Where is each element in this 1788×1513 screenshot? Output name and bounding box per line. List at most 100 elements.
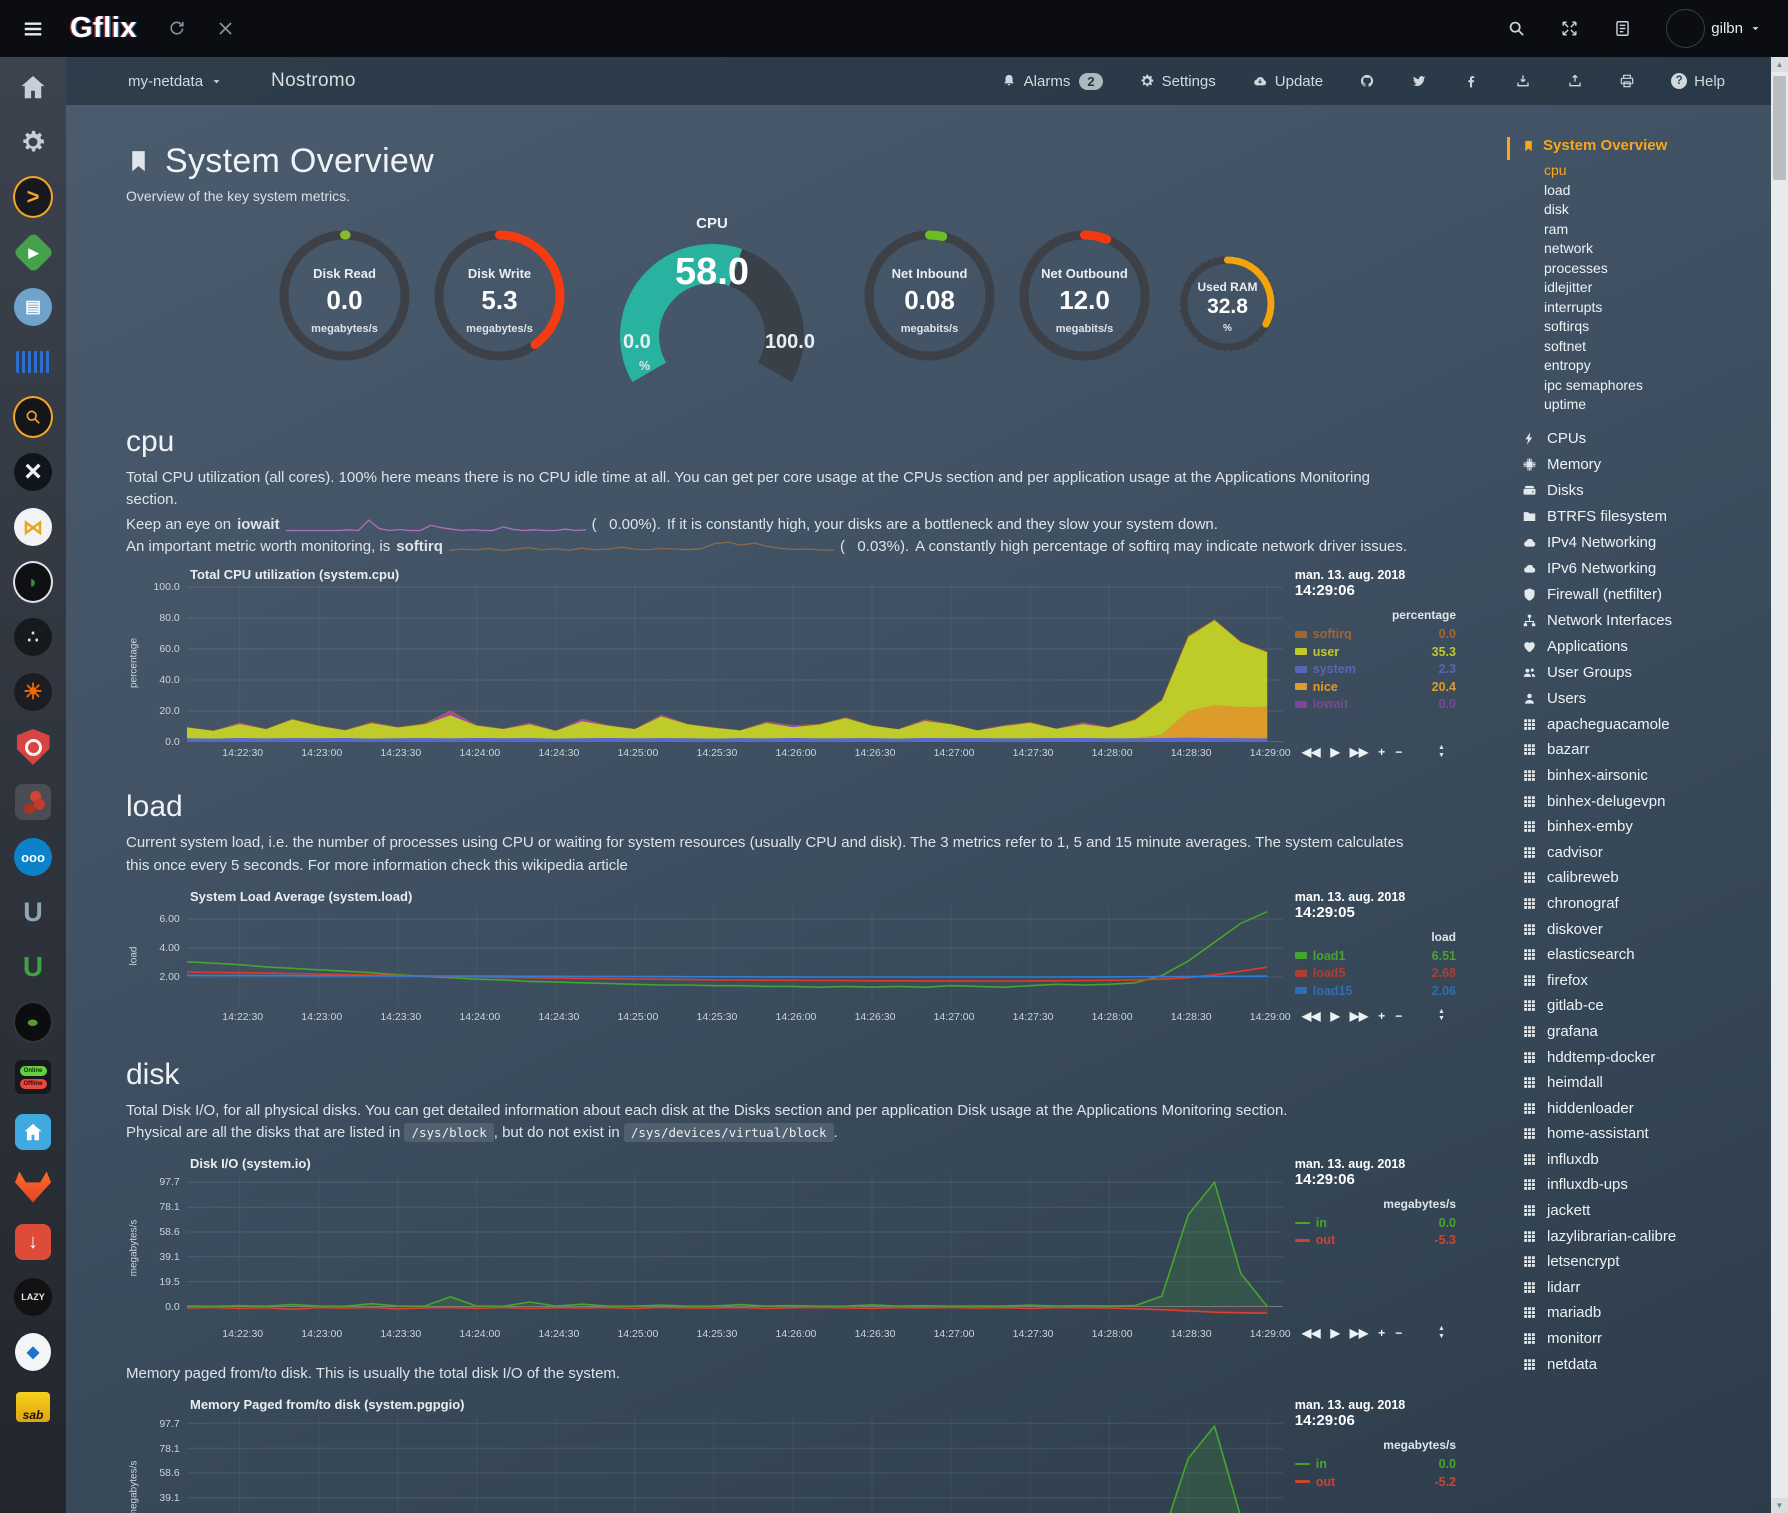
toc-app-letsencrypt[interactable]: letsencrypt — [1507, 1249, 1771, 1275]
toc-section-users[interactable]: Users — [1507, 686, 1771, 712]
toc-item-softnet[interactable]: softnet — [1507, 337, 1771, 357]
chart-forward-button[interactable]: ▶▶ — [1350, 1009, 1368, 1023]
toc-item-interrupts[interactable]: interrupts — [1507, 298, 1771, 318]
toc-app-home-assistant[interactable]: home-assistant — [1507, 1121, 1771, 1147]
legend-iowait[interactable]: iowait0.0 — [1295, 695, 1458, 713]
scrollbar-up-arrow[interactable]: ▲ — [1771, 57, 1788, 72]
toc-app-heimdall[interactable]: heimdall — [1507, 1070, 1771, 1096]
toc-section-network-interfaces[interactable]: Network Interfaces — [1507, 608, 1771, 634]
toc-app-bazarr[interactable]: bazarr — [1507, 737, 1771, 763]
search-icon[interactable] — [1507, 19, 1526, 38]
toc-section-ipv4-networking[interactable]: IPv4 Networking — [1507, 530, 1771, 556]
disk-read-gauge[interactable]: Disk Read0.0megabytes/s — [279, 230, 410, 361]
chart-forward-button[interactable]: ▶▶ — [1350, 745, 1368, 759]
toc-app-monitorr[interactable]: monitorr — [1507, 1326, 1771, 1352]
toc-app-influxdb-ups[interactable]: influxdb-ups — [1507, 1172, 1771, 1198]
chart-forward-button[interactable]: ▶▶ — [1350, 1326, 1368, 1340]
scrollbar-thumb[interactable] — [1773, 76, 1786, 180]
upload-icon[interactable] — [1567, 73, 1583, 89]
scrollbar[interactable]: ▲ ▼ — [1771, 57, 1788, 1513]
user-menu[interactable]: gilbn — [1666, 9, 1762, 48]
chart-play-button[interactable]: ▶ — [1330, 1009, 1339, 1023]
legend-out[interactable]: out-5.3 — [1295, 1232, 1458, 1250]
toc-section-user-groups[interactable]: User Groups — [1507, 660, 1771, 686]
toc-app-chronograf[interactable]: chronograf — [1507, 891, 1771, 917]
toc-item-cpu[interactable]: cpu — [1507, 161, 1771, 181]
chart-zoom-in-button[interactable]: + — [1378, 1326, 1385, 1340]
app-icon-green-play-diamond[interactable]: ▶ — [13, 232, 53, 272]
toc-section-applications[interactable]: Applications — [1507, 634, 1771, 660]
chart-zoom-out-button[interactable]: − — [1395, 1009, 1402, 1023]
toc-section-firewall-netfilter-[interactable]: Firewall (netfilter) — [1507, 582, 1771, 608]
toc-app-binhex-delugevpn[interactable]: binhex-delugevpn — [1507, 788, 1771, 814]
chart-zoom-out-button[interactable]: − — [1395, 745, 1402, 759]
legend-load5[interactable]: load52.68 — [1295, 964, 1458, 982]
app-icon-white-cross[interactable]: × — [13, 452, 53, 492]
softirq-sparkline[interactable] — [449, 539, 834, 554]
legend-softirq[interactable]: softirq0.0 — [1295, 625, 1458, 643]
app-icon-node-dots[interactable]: ∴ — [13, 617, 53, 657]
app-icon-sab[interactable]: sab — [13, 1387, 53, 1427]
toc-app-mariadb[interactable]: mariadb — [1507, 1300, 1771, 1326]
app-icon-soundwave[interactable] — [13, 342, 53, 382]
toc-system-overview[interactable]: System Overview — [1507, 137, 1771, 154]
app-icon-nextcloud[interactable]: ooo — [13, 837, 53, 877]
home-icon[interactable] — [13, 67, 53, 107]
toc-app-firefox[interactable]: firefox — [1507, 967, 1771, 993]
help-button[interactable]: ? Help — [1671, 73, 1725, 90]
toc-app-cadvisor[interactable]: cadvisor — [1507, 839, 1771, 865]
toc-section-memory[interactable]: Memory — [1507, 452, 1771, 478]
net-in-gauge[interactable]: Net Inbound0.08megabits/s — [864, 230, 995, 361]
disk-write-gauge[interactable]: Disk Write5.3megabytes/s — [434, 230, 565, 361]
refresh-icon[interactable] — [167, 19, 186, 38]
toc-app-binhex-airsonic[interactable]: binhex-airsonic — [1507, 763, 1771, 789]
scrollbar-down-arrow[interactable]: ▼ — [1771, 1498, 1788, 1513]
chart-rewind-button[interactable]: ◀◀ — [1302, 745, 1320, 759]
app-icon-blue-books[interactable]: ▤ — [13, 287, 53, 327]
load-chart-plot[interactable] — [187, 906, 1283, 1006]
app-icon-orange-chevron[interactable]: > — [13, 177, 53, 217]
chart-zoom-in-button[interactable]: + — [1378, 745, 1385, 759]
app-icon-green-swirl[interactable]: ◗ — [13, 562, 53, 602]
toc-app-hiddenloader[interactable]: hiddenloader — [1507, 1095, 1771, 1121]
toc-app-diskover[interactable]: diskover — [1507, 916, 1771, 942]
app-icon-red-shield[interactable] — [13, 727, 53, 767]
legend-load15[interactable]: load152.06 — [1295, 982, 1458, 1000]
chart-zoom-in-button[interactable]: + — [1378, 1009, 1385, 1023]
reader-icon[interactable] — [1613, 19, 1632, 38]
toc-app-grafana[interactable]: grafana — [1507, 1019, 1771, 1045]
toc-item-idlejitter[interactable]: idlejitter — [1507, 278, 1771, 298]
alarms-button[interactable]: Alarms 2 — [1001, 73, 1103, 90]
app-icon-u-green[interactable]: U — [13, 947, 53, 987]
app-logo[interactable]: Gflix — [70, 12, 137, 45]
cpu-gauge[interactable]: CPU 58.0 0.0 100.0 % — [607, 215, 817, 401]
facebook-icon[interactable] — [1463, 73, 1479, 89]
toc-app-elasticsearch[interactable]: elasticsearch — [1507, 942, 1771, 968]
chart-resize-handle[interactable]: ▲▼ — [1438, 1008, 1445, 1023]
toc-app-netdata[interactable]: netdata — [1507, 1351, 1771, 1377]
twitter-icon[interactable] — [1411, 73, 1427, 89]
ram-gauge[interactable]: Used RAM32.8% — [1179, 255, 1276, 352]
avatar[interactable] — [1666, 9, 1705, 48]
toc-section-disks[interactable]: Disks — [1507, 478, 1771, 504]
iowait-sparkline[interactable] — [286, 517, 586, 532]
toc-item-ram[interactable]: ram — [1507, 220, 1771, 240]
toc-item-entropy[interactable]: entropy — [1507, 356, 1771, 376]
cpu-chart-plot[interactable] — [187, 584, 1283, 742]
fullscreen-icon[interactable] — [1560, 19, 1579, 38]
app-icon-gitlab[interactable] — [13, 1167, 53, 1207]
toc-item-disk[interactable]: disk — [1507, 200, 1771, 220]
legend-out[interactable]: out-5.2 — [1295, 1473, 1458, 1491]
chart-resize-handle[interactable]: ▲▼ — [1438, 744, 1445, 759]
settings-icon[interactable] — [13, 122, 53, 162]
toc-app-influxdb[interactable]: influxdb — [1507, 1147, 1771, 1173]
toc-item-network[interactable]: network — [1507, 239, 1771, 259]
app-icon-green-ellipse[interactable]: ● — [13, 1002, 53, 1042]
app-icon-berries[interactable] — [13, 782, 53, 822]
update-button[interactable]: Update — [1252, 73, 1323, 90]
app-icon-home-assistant[interactable] — [13, 1112, 53, 1152]
toc-app-jackett[interactable]: jackett — [1507, 1198, 1771, 1224]
app-icon-bowtie[interactable]: ⋈ — [13, 507, 53, 547]
pgpgio-chart-plot[interactable] — [187, 1414, 1283, 1513]
legend-system[interactable]: system2.3 — [1295, 660, 1458, 678]
